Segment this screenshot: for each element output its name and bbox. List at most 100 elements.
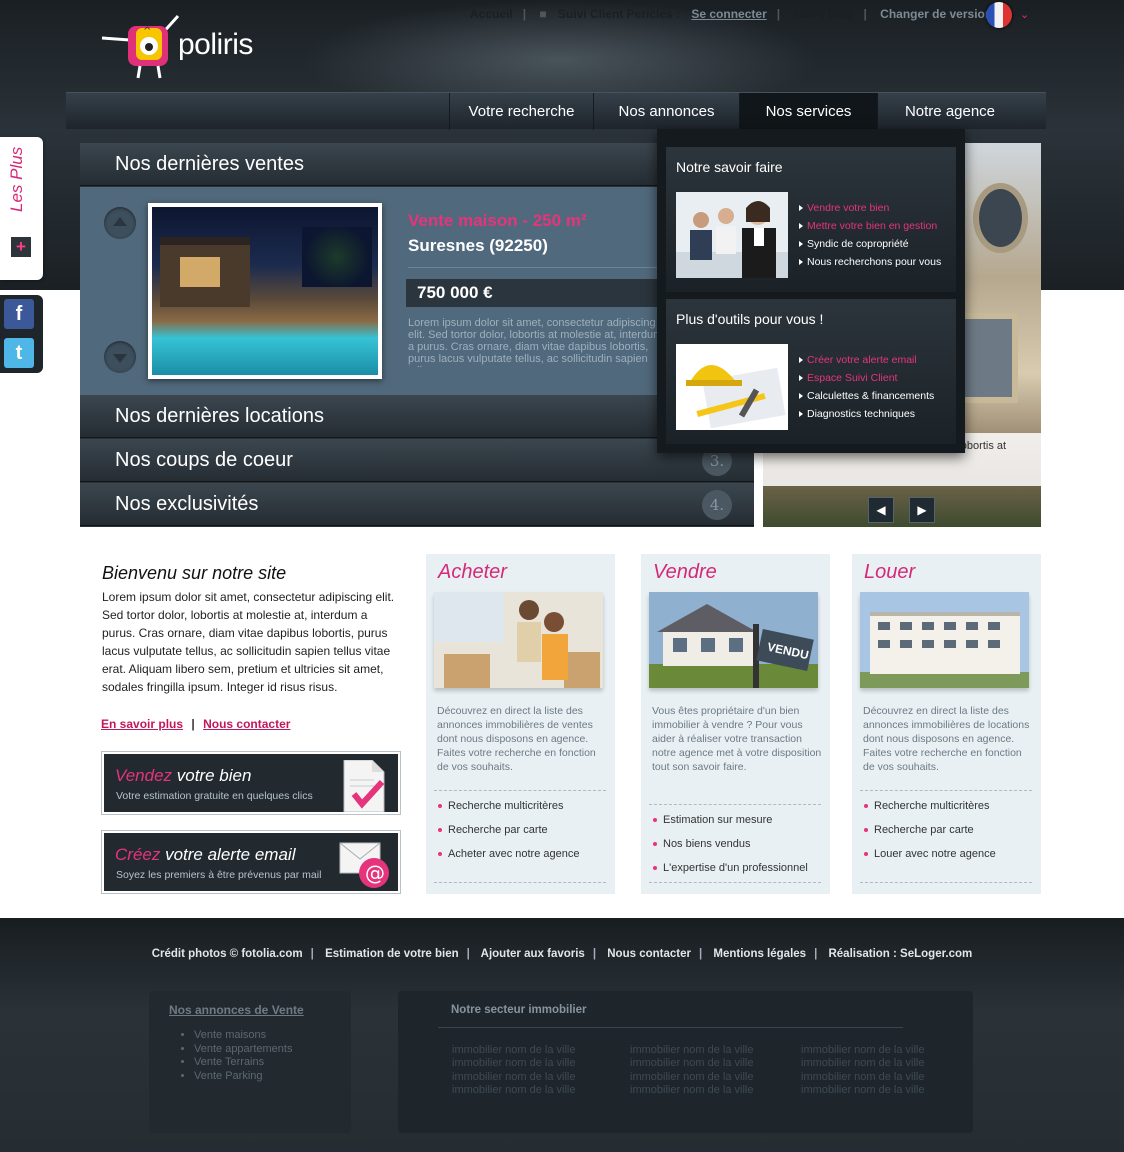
card-link[interactable]: Recherche par carte xyxy=(438,818,579,842)
footer-annonce-link[interactable]: Vente Terrains xyxy=(194,1056,292,1070)
footer-annonces-title[interactable]: Nos annonces de Vente xyxy=(169,1003,304,1017)
dropdown-section-outils: Plus d'outils pour vous ! Créer votre al… xyxy=(666,299,956,444)
divider xyxy=(434,882,606,883)
tools-photo xyxy=(676,344,788,430)
card-link[interactable]: Nos biens vendus xyxy=(653,832,808,856)
contact-link[interactable]: Nous contacter xyxy=(203,717,290,731)
accordion-item-coups-de-coeur[interactable]: Nos coups de coeur 3. xyxy=(80,439,754,482)
footer-secteur-box: Notre secteur immobilier immobilier nom … xyxy=(398,991,973,1133)
accordion-label: Nos dernières locations xyxy=(115,405,324,427)
footer-annonce-link[interactable]: Vente maisons xyxy=(194,1029,292,1043)
card-link[interactable]: Estimation sur mesure xyxy=(653,808,808,832)
promo-title: Créez votre alerte email xyxy=(115,845,296,864)
photo-next-button[interactable]: ▶ xyxy=(909,497,935,523)
card-title[interactable]: Vendre xyxy=(653,561,717,584)
city-link[interactable]: immobilier nom de la ville xyxy=(630,1057,754,1070)
card-link[interactable]: Recherche multicritères xyxy=(438,794,579,818)
card-title[interactable]: Acheter xyxy=(438,561,507,584)
city-link[interactable]: immobilier nom de la ville xyxy=(452,1057,576,1070)
welcome-links: En savoir plus | Nous contacter xyxy=(101,717,290,731)
menu-item-syndic[interactable]: Syndic de copropriété xyxy=(799,235,941,253)
menu-item-alerte-email[interactable]: Créer votre alerte email xyxy=(799,351,934,369)
footer-secteur-title: Notre secteur immobilier xyxy=(451,1004,587,1016)
divider xyxy=(860,882,1032,883)
logo-wordmark: poliris xyxy=(178,28,253,61)
welcome-section: Bienvenu sur notre site Lorem ipsum dolo… xyxy=(102,563,402,696)
menu-item-diagnostics[interactable]: Diagnostics techniques xyxy=(799,405,934,423)
nav-nos-annonces[interactable]: Nos annonces xyxy=(593,93,739,130)
link-separator: | xyxy=(191,717,195,731)
accordion-item-exclusivites[interactable]: Nos exclusivités 4. xyxy=(80,483,754,526)
city-link[interactable]: immobilier nom de la ville xyxy=(630,1071,754,1084)
blog-link[interactable]: Notre blog xyxy=(793,7,853,21)
listing-photo[interactable] xyxy=(148,203,382,379)
footer-link-estimation[interactable]: Estimation de votre bien xyxy=(325,948,459,960)
listing-price: 750 000 € xyxy=(406,279,674,307)
city-link[interactable]: immobilier nom de la ville xyxy=(801,1057,925,1070)
nav-nos-services[interactable]: Nos services xyxy=(739,93,877,130)
menu-item-gestion[interactable]: Mettre votre bien en gestion xyxy=(799,217,941,235)
city-link[interactable]: immobilier nom de la ville xyxy=(452,1044,576,1057)
sell-promo-button[interactable]: Vendez votre bien Votre estimation gratu… xyxy=(101,751,401,815)
scroll-down-button[interactable] xyxy=(104,341,136,373)
city-link[interactable]: immobilier nom de la ville xyxy=(801,1044,925,1057)
menu-item-calculettes[interactable]: Calculettes & financements xyxy=(799,387,934,405)
home-link[interactable]: Accueil xyxy=(470,7,513,21)
card-title[interactable]: Louer xyxy=(864,561,915,584)
twitter-icon[interactable]: t xyxy=(4,338,34,368)
french-flag-icon[interactable] xyxy=(986,2,1012,28)
learn-more-link[interactable]: En savoir plus xyxy=(101,717,183,731)
card-link[interactable]: Acheter avec notre agence xyxy=(438,842,579,866)
nav-notre-agence[interactable]: Notre agence xyxy=(877,93,1022,130)
social-panel: f t xyxy=(0,295,43,373)
menu-item-recherche[interactable]: Nous recherchons pour vous xyxy=(799,253,941,271)
city-link[interactable]: immobilier nom de la ville xyxy=(630,1084,754,1097)
accordion-item-locations[interactable]: Nos dernières locations xyxy=(80,395,754,438)
city-link[interactable]: immobilier nom de la ville xyxy=(452,1084,576,1097)
services-dropdown: Notre savoir faire Vendre votre bien Met… xyxy=(657,129,965,453)
menu-item-suivi-client[interactable]: Espace Suivi Client xyxy=(799,369,934,387)
city-link[interactable]: immobilier nom de la ville xyxy=(801,1084,925,1097)
accordion-number: 4. xyxy=(702,490,732,520)
document-check-icon xyxy=(338,759,390,813)
couple-moving-photo xyxy=(434,592,603,688)
divider xyxy=(434,790,606,791)
footer-link-legal[interactable]: Mentions légales xyxy=(713,948,806,960)
menu-item-vendre[interactable]: Vendre votre bien xyxy=(799,199,941,217)
les-plus-tab[interactable]: Les Plus + xyxy=(0,137,43,280)
divider xyxy=(649,882,821,883)
card-list: Estimation sur mesure Nos biens vendus L… xyxy=(653,808,808,880)
footer-annonce-link[interactable]: Vente appartements xyxy=(194,1043,292,1057)
photo-prev-button[interactable]: ◀ xyxy=(868,497,894,523)
footer-link-credits[interactable]: Crédit photos © fotolia.com xyxy=(152,948,303,960)
footer-links: Crédit photos © fotolia.com | Estimation … xyxy=(151,948,973,960)
footer-link-contact[interactable]: Nous contacter xyxy=(607,948,691,960)
footer-link-realisation[interactable]: Réalisation : SeLoger.com xyxy=(828,948,972,960)
card-link[interactable]: Recherche multicritères xyxy=(864,794,996,818)
listing-description: Lorem ipsum dolor sit amet, consectetur … xyxy=(408,317,663,367)
footer-link-favorites[interactable]: Ajouter aux favoris xyxy=(481,948,585,960)
city-link[interactable]: immobilier nom de la ville xyxy=(452,1071,576,1084)
nav-votre-recherche[interactable]: Votre recherche xyxy=(449,93,593,130)
scroll-up-button[interactable] xyxy=(104,207,136,239)
divider xyxy=(860,790,1032,791)
card-link[interactable]: L'expertise d'un professionnel xyxy=(653,856,808,880)
version-label: Changer de version : xyxy=(880,7,1000,21)
chevron-down-icon[interactable]: ⌄ xyxy=(1020,8,1029,21)
site-logo[interactable]: ^ poliris xyxy=(100,8,300,83)
card-link[interactable]: Louer avec notre agence xyxy=(864,842,996,866)
city-column: immobilier nom de la ville immobilier no… xyxy=(452,1044,576,1097)
facebook-icon[interactable]: f xyxy=(4,299,34,329)
city-link[interactable]: immobilier nom de la ville xyxy=(801,1071,925,1084)
card-link[interactable]: Recherche par carte xyxy=(864,818,996,842)
listing-city: Suresnes (92250) xyxy=(408,236,548,255)
dropdown-list: Créer votre alerte email Espace Suivi Cl… xyxy=(799,351,934,423)
accordion-item-ventes[interactable]: Nos dernières ventes xyxy=(80,143,754,186)
login-link[interactable]: Se connecter xyxy=(691,7,766,21)
email-alert-promo-button[interactable]: Créez votre alerte email Soyez les premi… xyxy=(101,830,401,894)
footer-annonce-link[interactable]: Vente Parking xyxy=(194,1070,292,1084)
plus-icon[interactable]: + xyxy=(11,237,31,257)
city-link[interactable]: immobilier nom de la ville xyxy=(630,1044,754,1057)
card-list: Recherche multicritères Recherche par ca… xyxy=(864,794,996,866)
listing-title[interactable]: Vente maison - 250 m² xyxy=(408,211,587,231)
